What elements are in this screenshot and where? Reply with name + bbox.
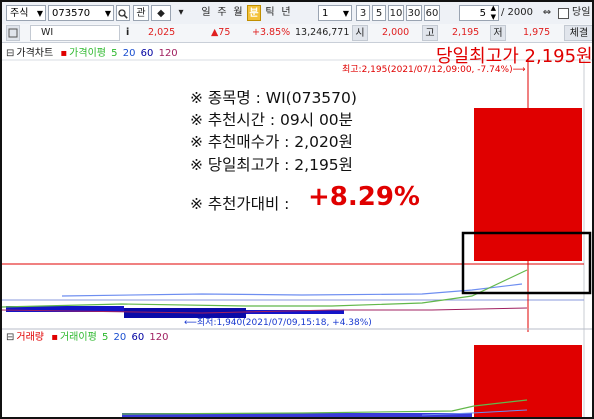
- minute-60-button[interactable]: 60: [424, 5, 440, 21]
- interest-button-label: 관: [136, 8, 146, 19]
- info-stock-name: ※ 종목명 : WI(073570): [190, 89, 357, 107]
- period-year[interactable]: 년: [279, 5, 293, 21]
- chevron-right-icon[interactable]: ⇔: [540, 5, 554, 21]
- info-icon[interactable]: i: [126, 24, 136, 42]
- low-label: 저: [490, 25, 506, 41]
- interest-button[interactable]: 관: [133, 5, 149, 21]
- open-price: 2,000: [382, 27, 410, 38]
- stock-code-value: 073570: [52, 8, 91, 19]
- volume-ma5-line: [121, 399, 528, 415]
- period-day-label: 일: [201, 7, 211, 18]
- low-marker: ⟵최저:1,940(2021/07/09,15:18, +4.38%): [184, 317, 372, 328]
- market-label: 주식: [10, 8, 29, 19]
- checkbox-today-label: 당일: [572, 5, 592, 21]
- volume-ma-label: 거래이평: [59, 332, 97, 343]
- minute-3-button[interactable]: 3: [356, 5, 370, 21]
- chart-window: 주식 ▼ 073570 ▼ 관 ◆ ▾ 일 주 월 분 틱 년 1 ▼ 3 5 …: [0, 0, 594, 419]
- info-day-high: ※ 당일최고가 : 2,195원: [190, 156, 353, 174]
- search-icon[interactable]: [116, 5, 130, 21]
- display-count-value: 5: [479, 8, 486, 19]
- chevron-down-icon[interactable]: ▾: [174, 5, 188, 21]
- display-count-input[interactable]: 5 ▲ ▼: [459, 4, 499, 22]
- minute-10-button[interactable]: 10: [388, 5, 404, 21]
- display-count-total-label: / 2000: [501, 7, 533, 18]
- legend-bullet-icon: ▪: [51, 332, 58, 343]
- legend-toggle-icon[interactable]: ⊟: [6, 332, 14, 343]
- period-minute-label: 분: [249, 8, 259, 19]
- chevron-down-icon[interactable]: ▼: [105, 6, 111, 22]
- info-rec-time: ※ 추천시간 : 09시 00분: [190, 111, 353, 129]
- info-rec-price: ※ 추천매수가 : 2,020원: [190, 133, 353, 151]
- headline-high-price: 당일최고가 2,195원: [436, 46, 593, 67]
- stock-name: WI: [41, 27, 54, 38]
- period-tick[interactable]: 틱: [263, 5, 277, 21]
- period-week[interactable]: 주: [215, 5, 229, 21]
- stock-name-field: WI: [30, 25, 120, 41]
- price-change-pct: +3.85%: [252, 27, 291, 38]
- info-return-label: ※ 추천가대비 :: [190, 195, 290, 213]
- info-return-value: +8.29%: [308, 182, 420, 212]
- period-month-label: 월: [233, 7, 243, 18]
- ma20-line: [61, 283, 523, 297]
- chevron-down-icon[interactable]: ▼: [343, 6, 349, 22]
- interval-select[interactable]: 1 ▼: [318, 5, 352, 21]
- period-week-label: 주: [217, 7, 227, 18]
- volume-ma120: 120: [149, 332, 169, 343]
- updown-icon[interactable]: ◆: [151, 5, 171, 21]
- minute-10-label: 10: [389, 8, 403, 19]
- volume-ma20: 20: [113, 332, 127, 343]
- period-tick-label: 틱: [265, 7, 275, 18]
- checkbox-today[interactable]: [558, 5, 572, 21]
- high-price: 2,195: [452, 27, 480, 38]
- low-price: 1,975: [523, 27, 551, 38]
- minute-5-label: 5: [375, 8, 383, 19]
- ma5-line: [2, 269, 528, 308]
- volume-ma5: 5: [101, 332, 109, 343]
- interval-value: 1: [322, 8, 329, 19]
- period-day[interactable]: 일: [199, 5, 213, 21]
- volume-chart-title: 거래량: [16, 332, 44, 343]
- display-count-total: / 2000: [501, 5, 537, 21]
- minute-30-button[interactable]: 30: [406, 5, 422, 21]
- volume-bar-current: [474, 345, 582, 417]
- high-label: 고: [422, 25, 438, 41]
- price-candle-current: [474, 108, 582, 261]
- market-select[interactable]: 주식 ▼: [6, 5, 46, 21]
- quote-row: WI i 2,025 ▲75 +3.85% 13,246,771 시 2,000…: [2, 24, 592, 43]
- stock-code-input[interactable]: 073570 ▼: [48, 5, 114, 21]
- volume-legend: ⊟ 거래량 ▪ 거래이평 5 20 60 120: [6, 331, 170, 345]
- open-label: 시: [352, 25, 368, 41]
- current-price: 2,025: [148, 27, 176, 38]
- period-minute[interactable]: 분: [247, 5, 261, 21]
- info-icon-label: i: [126, 27, 130, 38]
- spinner-icon[interactable]: ▲ ▼: [491, 4, 496, 22]
- minute-3-label: 3: [359, 8, 367, 19]
- minute-60-label: 60: [425, 8, 439, 19]
- volume-value: 13,246,771: [295, 27, 350, 38]
- period-month[interactable]: 월: [231, 5, 245, 21]
- exec-label[interactable]: 체결: [564, 25, 592, 41]
- period-year-label: 년: [281, 7, 291, 18]
- minute-5-button[interactable]: 5: [372, 5, 386, 21]
- price-change: ▲75: [211, 27, 231, 38]
- quote-type-icon[interactable]: [6, 25, 20, 41]
- toolbar-top: 주식 ▼ 073570 ▼ 관 ◆ ▾ 일 주 월 분 틱 년 1 ▼ 3 5 …: [2, 2, 592, 25]
- minute-30-label: 30: [407, 8, 421, 19]
- volume-ma60: 60: [131, 332, 145, 343]
- chevron-down-icon[interactable]: ▼: [37, 6, 43, 22]
- today-label: 당일: [572, 7, 591, 18]
